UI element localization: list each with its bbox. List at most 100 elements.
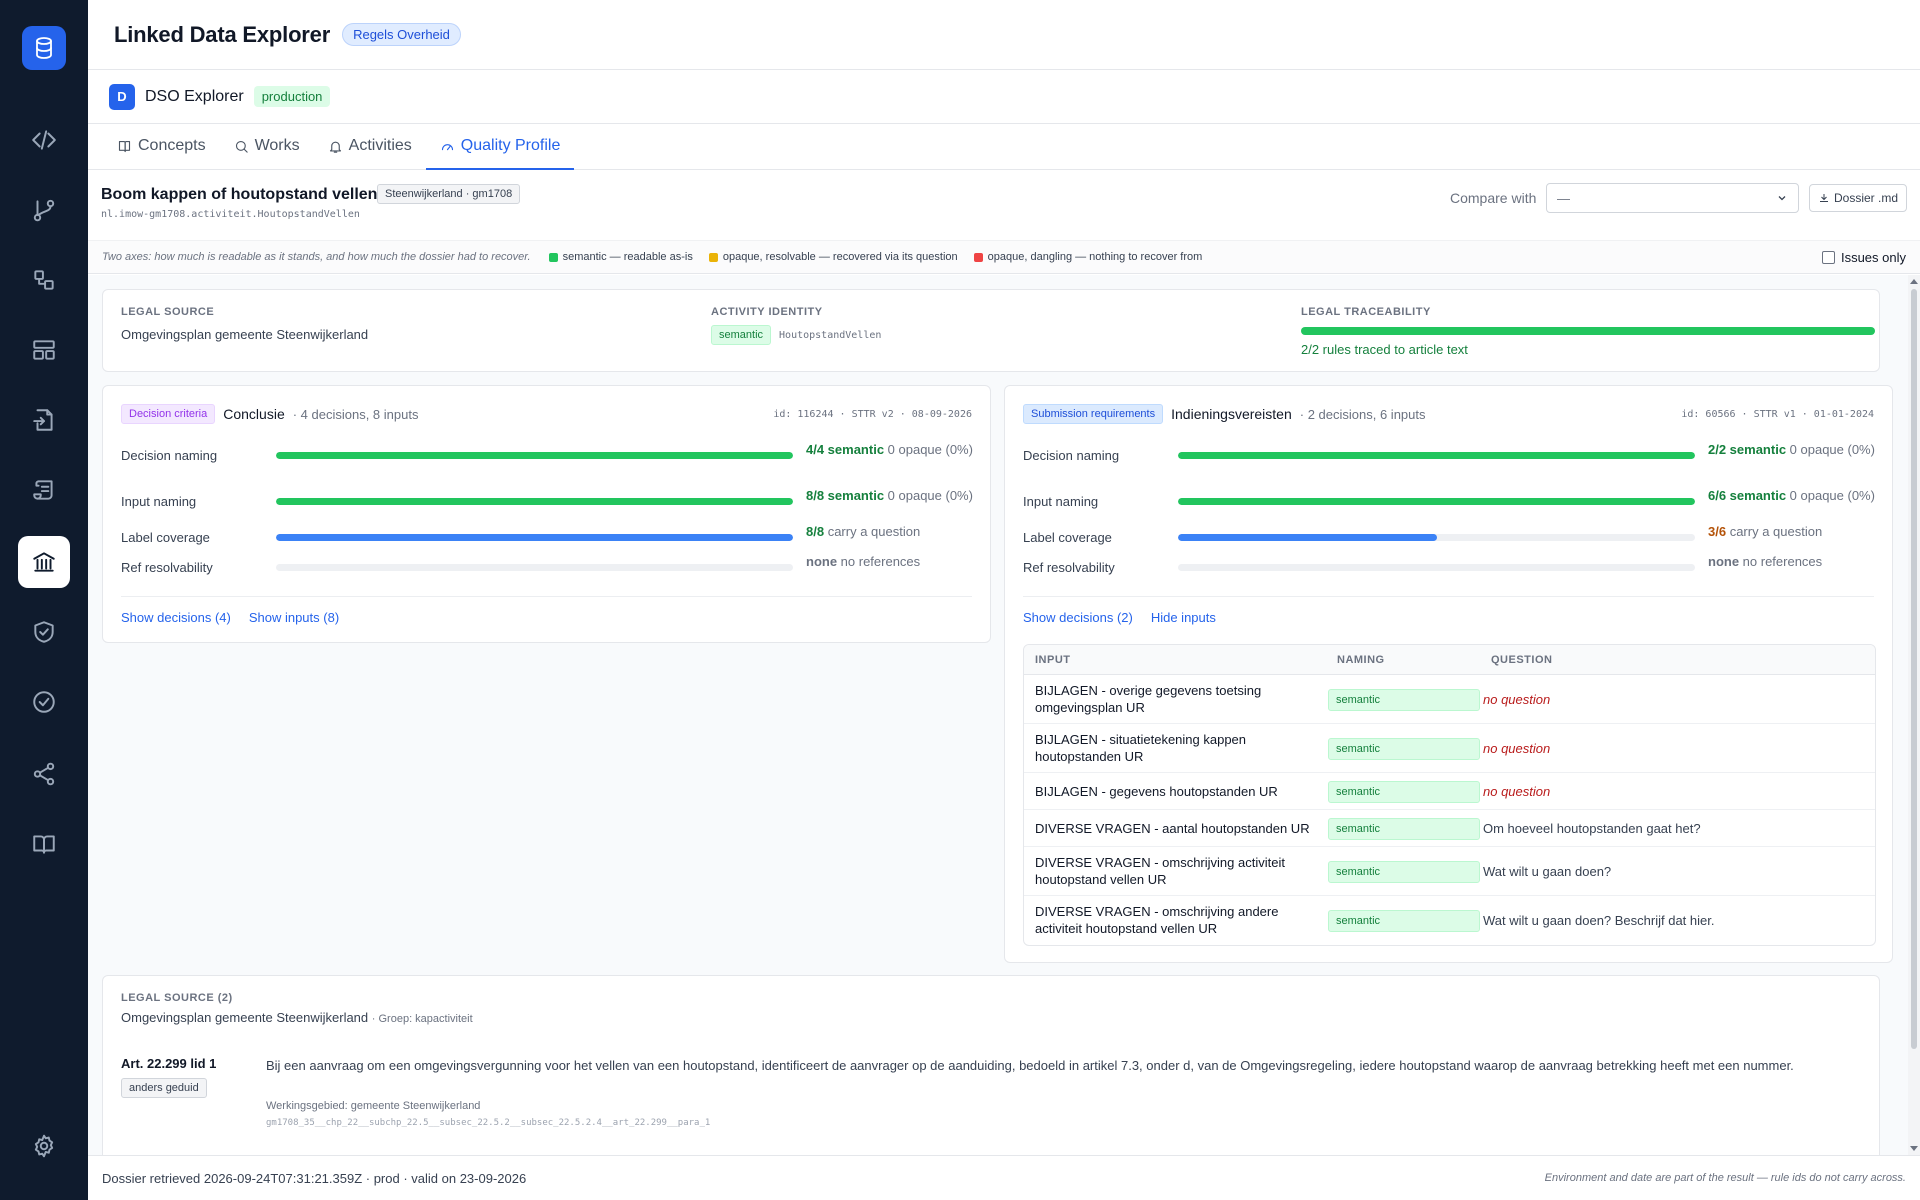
metric-track xyxy=(276,534,793,541)
metric-label: Label coverage xyxy=(1023,530,1112,545)
scroll-down-icon[interactable] xyxy=(1910,1146,1918,1151)
scroll-icon[interactable] xyxy=(18,464,70,516)
git-branch-icon[interactable] xyxy=(18,184,70,236)
table-row[interactable]: DIVERSE VRAGEN - omschrijving andere act… xyxy=(1024,896,1875,945)
book-open-icon[interactable] xyxy=(18,818,70,870)
content-area: LEGAL SOURCE Omgevingsplan gemeente Stee… xyxy=(88,275,1908,1155)
scroll-up-icon[interactable] xyxy=(1910,279,1918,284)
red-square-icon xyxy=(973,252,983,262)
show-inputs-link[interactable]: Show inputs (8) xyxy=(249,610,339,625)
issues-only-label: Issues only xyxy=(1840,250,1906,265)
panel-meta: · 4 decisions, 8 inputs xyxy=(292,406,419,422)
landmark-icon[interactable] xyxy=(18,536,70,588)
naming-badge: semantic xyxy=(1328,817,1480,840)
metric-row: Decision naming 2/2 semantic 0 opaque (0%… xyxy=(1023,442,1875,466)
compare-select[interactable]: — xyxy=(1546,183,1799,213)
legend-label: opaque, dangling — nothing to recover fr… xyxy=(987,251,1203,263)
activity-identity-label: ACTIVITY IDENTITY xyxy=(711,306,823,318)
legal-source-2-title[interactable]: Omgevingsplan gemeente Steenwijkerland xyxy=(121,1010,368,1025)
shield-check-icon[interactable] xyxy=(18,606,70,658)
metric-value-strong: 6/6 semantic xyxy=(1708,488,1787,503)
divider xyxy=(1023,596,1874,597)
tab-label: Activities xyxy=(348,137,412,154)
metric-value-strong: 2/2 semantic xyxy=(1708,442,1787,457)
input-name: DIVERSE VRAGEN - omschrijving andere act… xyxy=(1035,904,1279,936)
input-question: Wat wilt u gaan doen? Beschrijf dat hier… xyxy=(1483,912,1715,928)
table-row[interactable]: BIJLAGEN - overige gegevens toetsing omg… xyxy=(1024,675,1875,724)
panel-links: Show decisions (4) Show inputs (8) xyxy=(121,610,339,625)
tab-activities[interactable]: Activities xyxy=(314,124,426,170)
decision-criteria-panel: Decision criteria Conclusie · 4 decision… xyxy=(102,385,991,643)
project-avatar: D xyxy=(109,83,135,110)
metric-value-strong: 8/8 xyxy=(806,524,825,539)
panel-id: id: 60566 · STTR v1 · 01-01-2024 xyxy=(1681,409,1874,420)
legend-item-semantic: semantic — readable as-is xyxy=(548,251,693,263)
naming-badge: semantic xyxy=(1328,737,1480,760)
input-question: no question xyxy=(1483,740,1551,756)
column-header-naming: NAMING xyxy=(1337,654,1385,666)
metric-fill xyxy=(1178,452,1695,459)
app-title: Linked Data Explorer xyxy=(114,21,331,47)
table-row[interactable]: DIVERSE VRAGEN - omschrijving activiteit… xyxy=(1024,847,1875,896)
check-circle-icon[interactable] xyxy=(18,676,70,728)
submission-requirements-panel: Submission requirements Indieningsvereis… xyxy=(1004,385,1893,963)
hide-inputs-link[interactable]: Hide inputs xyxy=(1151,610,1216,625)
table-row[interactable]: BIJLAGEN - gegevens houtopstanden UR sema… xyxy=(1024,773,1875,810)
panel-id: id: 116244 · STTR v2 · 08-09-2026 xyxy=(773,409,972,420)
panel-meta: · 2 decisions, 6 inputs xyxy=(1299,406,1426,422)
download-dossier-button[interactable]: Dossier .md xyxy=(1809,184,1907,212)
legal-source-2-group: · Groep: kapactiviteit xyxy=(371,1013,473,1025)
panel-name: Conclusie xyxy=(223,406,285,422)
metric-label: Decision naming xyxy=(1023,448,1120,463)
project-name[interactable]: DSO Explorer xyxy=(145,88,244,106)
legal-traceability-label: LEGAL TRACEABILITY xyxy=(1301,306,1431,318)
metric-label: Ref resolvability xyxy=(1023,560,1115,575)
metric-value-rest: 0 opaque (0%) xyxy=(1786,442,1875,457)
legal-source-value: Omgevingsplan gemeente Steenwijkerland xyxy=(121,327,369,342)
scrollbar-thumb[interactable] xyxy=(1911,289,1917,1049)
input-name: DIVERSE VRAGEN - omschrijving activiteit… xyxy=(1035,855,1285,887)
code-icon[interactable] xyxy=(18,114,70,166)
metric-value-rest: 0 opaque (0%) xyxy=(1786,488,1875,503)
file-import-icon[interactable] xyxy=(18,394,70,446)
bell-icon xyxy=(329,141,341,153)
legend-label: semantic — readable as-is xyxy=(562,251,693,263)
panel-name: Indieningsvereisten xyxy=(1171,406,1292,422)
metric-value-strong: none xyxy=(1708,554,1740,569)
traceability-bar xyxy=(1301,327,1875,335)
article-text: Bij een aanvraag om een omgevingsvergunn… xyxy=(266,1058,1794,1073)
metric-value-rest: no references xyxy=(837,554,921,569)
environment-badge: production xyxy=(253,86,331,107)
layout-icon[interactable] xyxy=(18,324,70,376)
metric-row: Label coverage 8/8 carry a question xyxy=(121,524,971,548)
show-decisions-link[interactable]: Show decisions (2) xyxy=(1023,610,1133,625)
tab-concepts[interactable]: Concepts xyxy=(103,124,220,170)
metric-row: Input naming 8/8 semantic 0 opaque (0%) xyxy=(121,488,973,512)
settings-icon[interactable] xyxy=(18,1120,70,1172)
tab-quality-profile[interactable]: Quality Profile xyxy=(425,124,575,170)
metric-row: Ref resolvability none no references xyxy=(121,554,971,578)
metric-track xyxy=(1178,452,1695,459)
metric-label: Label coverage xyxy=(121,530,210,545)
column-header-input: INPUT xyxy=(1035,654,1071,666)
database-icon[interactable] xyxy=(22,26,66,70)
table-row[interactable]: DIVERSE VRAGEN - aantal houtopstanden UR… xyxy=(1024,810,1875,847)
legend-intro: Two axes: how much is readable as it sta… xyxy=(102,251,531,263)
table-row[interactable]: BIJLAGEN - situatietekening kappen houto… xyxy=(1024,724,1875,773)
share-icon[interactable] xyxy=(18,748,70,800)
footer-status: Dossier retrieved 2026-09-24T07:31:21.35… xyxy=(102,1170,527,1186)
metric-label: Decision naming xyxy=(121,448,218,463)
input-question: Wat wilt u gaan doen? xyxy=(1483,863,1612,879)
tab-works[interactable]: Works xyxy=(220,124,314,170)
org-badge[interactable]: Regels Overheid xyxy=(342,23,461,46)
metric-track xyxy=(276,564,793,571)
tab-bar: Concepts Works Activities Quality Profil… xyxy=(88,124,1920,170)
metric-row: Ref resolvability none no references xyxy=(1023,554,1873,578)
activity-title: Boom kappen of houtopstand vellen xyxy=(101,186,378,203)
issues-only-checkbox[interactable] xyxy=(1821,251,1835,264)
issues-only-toggle[interactable]: Issues only xyxy=(1821,250,1906,265)
shapes-icon[interactable] xyxy=(18,254,70,306)
project-bar: D DSO Explorer production xyxy=(88,70,1920,124)
show-decisions-link[interactable]: Show decisions (4) xyxy=(121,610,231,625)
scrollbar[interactable] xyxy=(1908,275,1920,1155)
